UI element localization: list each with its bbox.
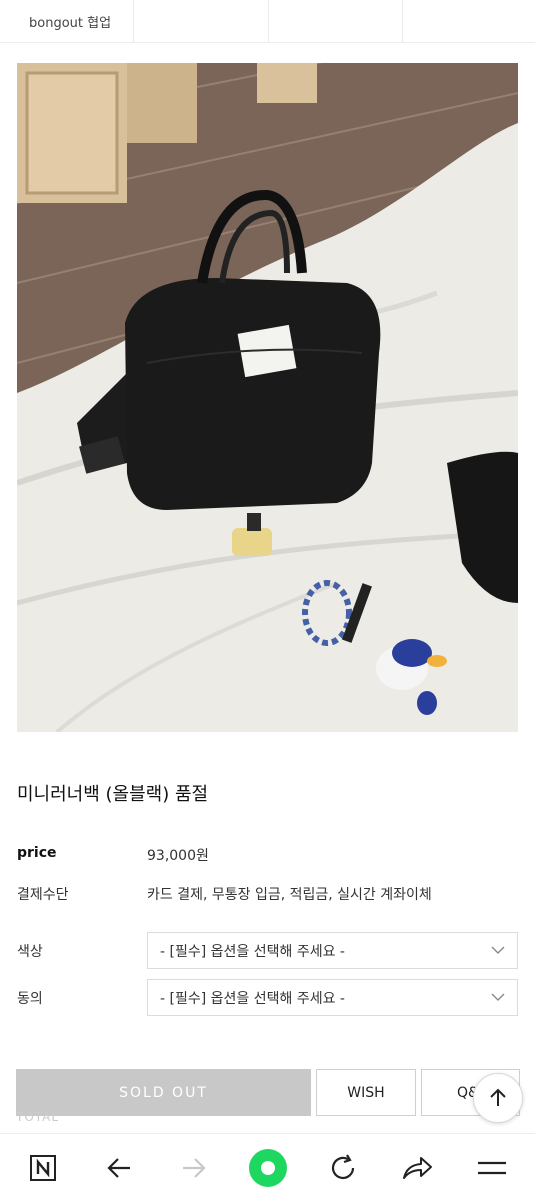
back-button[interactable]: [89, 1134, 149, 1200]
green-dot-button[interactable]: [238, 1134, 298, 1200]
option-agree-placeholder: - [필수] 옵션을 선택해 주세요 -: [160, 990, 345, 1007]
chevron-down-icon: [491, 993, 505, 1001]
tab-bongout-collab[interactable]: bongout 협업: [0, 0, 134, 42]
option-color-placeholder: - [필수] 옵션을 선택해 주세요 -: [160, 943, 345, 960]
tab-3[interactable]: [269, 0, 403, 42]
refresh-button[interactable]: [313, 1134, 373, 1200]
option-agree-select[interactable]: - [필수] 옵션을 선택해 주세요 -: [147, 979, 518, 1016]
wish-button[interactable]: WISH: [316, 1069, 416, 1116]
arrow-up-icon: [490, 1088, 506, 1106]
payment-value: 카드 결제, 무통장 입금, 적립금, 실시간 계좌이체: [147, 887, 432, 903]
total-label: TOTAL: [16, 1110, 60, 1124]
option-agree-label: 동의: [17, 991, 43, 1007]
option-color-select[interactable]: - [필수] 옵션을 선택해 주세요 -: [147, 932, 518, 969]
refresh-icon: [331, 1153, 355, 1179]
naver-home-button[interactable]: [13, 1134, 73, 1200]
price-label: price: [17, 845, 57, 861]
tab-2[interactable]: [134, 0, 269, 42]
forward-button[interactable]: [164, 1134, 224, 1200]
price-value: 93,000원: [147, 848, 209, 864]
product-photo: [17, 63, 518, 732]
chevron-down-icon: [491, 946, 505, 954]
scroll-top-button[interactable]: [473, 1073, 523, 1123]
menu-button[interactable]: [462, 1134, 522, 1200]
browser-bottom-nav: [0, 1133, 535, 1200]
back-arrow-icon: [107, 1157, 130, 1178]
tab-4[interactable]: [403, 0, 535, 42]
top-tab-bar: bongout 협업: [0, 0, 535, 43]
soldout-button[interactable]: SOLD OUT: [16, 1069, 311, 1116]
tab-label: bongout 협업: [29, 15, 112, 31]
share-button[interactable]: [387, 1134, 447, 1200]
product-title: 미니러너백 (올블랙) 품절: [17, 784, 209, 805]
payment-label: 결제수단: [17, 887, 69, 903]
naver-n-icon: [30, 1154, 56, 1181]
home-circle-icon: [249, 1148, 287, 1187]
option-color-label: 색상: [17, 944, 43, 960]
menu-icon: [478, 1161, 506, 1174]
forward-arrow-icon: [183, 1157, 206, 1178]
share-icon: [403, 1156, 432, 1179]
